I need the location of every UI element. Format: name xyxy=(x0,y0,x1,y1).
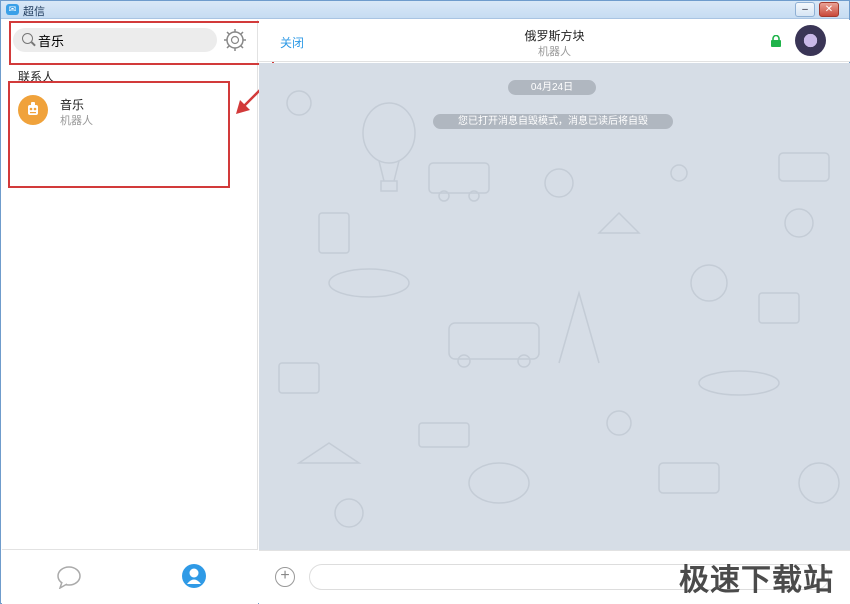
annotation-highlight-contact xyxy=(8,81,230,188)
lock-icon xyxy=(771,35,781,47)
sidebar-footer xyxy=(2,549,258,604)
chat-avatar[interactable] xyxy=(795,25,826,56)
system-notice: 您已打开消息自毁模式，消息已读后将自毁 xyxy=(433,114,673,129)
app-window: ✉ 超信 – ✕ 联系人 xyxy=(0,0,850,604)
chat-subtitle: 机器人 xyxy=(538,46,571,58)
app-logo-icon: ✉ xyxy=(6,4,19,15)
minimize-icon: – xyxy=(802,4,808,15)
watermark-text: 极速下载站 xyxy=(679,563,834,598)
close-icon: ✕ xyxy=(824,4,834,15)
minimize-button[interactable]: – xyxy=(795,2,815,17)
chat-pane: 关闭 俄罗斯方块 机器人 04月24日 您已打开消息自毁模式，消息已读后将自毁 … xyxy=(259,20,850,604)
chat-header: 关闭 俄罗斯方块 机器人 xyxy=(259,20,850,62)
contacts-icon[interactable] xyxy=(181,563,207,589)
title-bar: ✉ 超信 – ✕ xyxy=(1,1,849,19)
chat-title: 俄罗斯方块 xyxy=(524,29,585,43)
close-window-button[interactable]: ✕ xyxy=(819,2,839,17)
annotation-highlight-search xyxy=(9,21,274,65)
plus-icon[interactable]: + xyxy=(275,567,295,587)
sidebar: 联系人 音乐 机器人 xyxy=(2,20,274,604)
date-badge: 04月24日 xyxy=(508,80,596,95)
window-title: 超信 xyxy=(23,6,45,18)
message-area: 04月24日 您已打开消息自毁模式，消息已读后将自毁 xyxy=(259,63,850,550)
chat-bubble-icon[interactable] xyxy=(56,565,82,589)
doodle-background xyxy=(278,90,840,528)
composer: + 极速下载站 xyxy=(259,550,850,604)
